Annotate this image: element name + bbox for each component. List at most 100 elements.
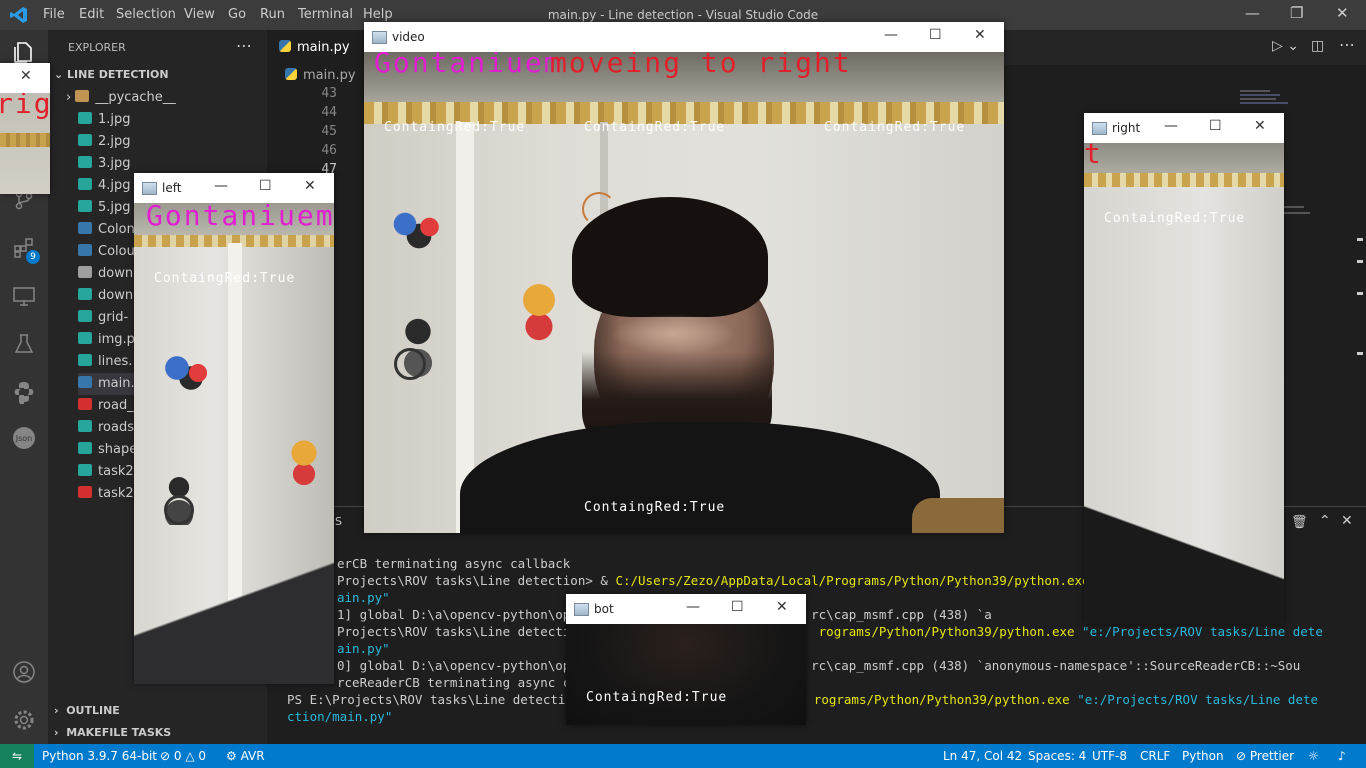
cursor-position[interactable]: Ln 47, Col 42 (943, 744, 1022, 768)
svg-text:Json: Json (15, 434, 33, 443)
terminal-arg: ain.py" (337, 590, 390, 605)
menu-help[interactable]: Help (363, 7, 393, 22)
outline-section[interactable]: › OUTLINE (54, 700, 120, 722)
video-cv-titlebar[interactable]: video — ☐ ✕ (364, 22, 1004, 52)
image-file-icon (78, 178, 92, 190)
partial-cv-titlebar[interactable]: ✕ (0, 63, 50, 93)
split-editor-icon[interactable]: ◫ (1311, 38, 1324, 54)
menu-go[interactable]: Go (228, 7, 246, 22)
project-folder[interactable]: ⌄ LINE DETECTION (54, 68, 169, 81)
terminal-line: ction/main.py" (287, 709, 392, 724)
testing-icon[interactable] (12, 332, 36, 356)
minimize-icon[interactable]: — (1245, 4, 1260, 22)
image-file-icon (78, 156, 92, 168)
minimize-icon[interactable]: — (686, 599, 700, 615)
bot-cv-window[interactable]: bot — ☐ ✕ ContaingRed:True (566, 594, 806, 725)
bot-cam-frame: ContaingRed:True (566, 624, 806, 725)
tab-main-py[interactable]: main.py (267, 30, 367, 65)
file-label: Colou (98, 244, 135, 259)
terminal-line: ain.py" (337, 641, 390, 656)
status-bar: ⇋ Python 3.9.7 64-bit ⊘ 0 △ 0 ⚙ AVR Ln 4… (0, 744, 1366, 768)
close-panel-icon[interactable]: ✕ (1341, 513, 1353, 529)
right-cv-window[interactable]: right — ☐ ✕ t ContaingRed:True (1084, 113, 1284, 624)
close-icon[interactable]: ✕ (1336, 4, 1349, 22)
remote-icon[interactable]: ⇋ (0, 744, 34, 768)
remote-explorer-icon[interactable] (12, 284, 36, 308)
terminal-text: erCB terminating async callback (337, 556, 571, 571)
left-cv-titlebar[interactable]: left — ☐ ✕ (134, 173, 334, 203)
menu-run[interactable]: Run (260, 7, 285, 22)
problems-indicator[interactable]: ⊘ 0 △ 0 (160, 744, 206, 768)
menu-terminal[interactable]: Terminal (298, 7, 353, 22)
file-label: 2.jpg (98, 134, 131, 149)
language-mode[interactable]: Python (1182, 744, 1224, 768)
prettier-icon: ⊘ (1236, 749, 1250, 763)
menu-edit[interactable]: Edit (79, 7, 104, 22)
maximize-icon[interactable]: ☐ (929, 27, 942, 43)
terminal-text: 0] global D:\a\opencv-python\oper (337, 658, 586, 673)
python-icon[interactable] (12, 380, 36, 405)
breadcrumb[interactable]: main.py (285, 65, 356, 87)
file-label: 4.jpg (98, 178, 131, 193)
minimize-icon[interactable]: — (884, 27, 898, 43)
trash-icon[interactable]: 🗑 (1291, 515, 1308, 530)
run-python-icon[interactable]: ▷ ⌄ (1272, 38, 1299, 54)
file-item[interactable]: 1.jpg (78, 109, 267, 131)
close-icon[interactable]: ✕ (20, 68, 32, 84)
partial-cv-window[interactable]: ✕ righ (0, 63, 50, 194)
outline-label: OUTLINE (66, 704, 120, 717)
image-file-icon (78, 288, 92, 300)
maximize-panel-icon[interactable]: ⌃ (1319, 513, 1331, 529)
maximize-icon[interactable]: ☐ (1209, 118, 1222, 134)
file-label: task2 (98, 464, 134, 479)
accounts-icon[interactable] (12, 660, 36, 684)
minimize-icon[interactable]: — (214, 178, 228, 194)
maximize-icon[interactable]: ☐ (731, 599, 744, 615)
menu-view[interactable]: View (184, 7, 215, 22)
makefile-tasks-section[interactable]: › MAKEFILE TASKS (54, 722, 171, 744)
maximize-icon[interactable]: ☐ (259, 178, 272, 194)
feedback-icon[interactable]: ☼ (1308, 744, 1319, 768)
more-icon[interactable]: ⋯ (1339, 35, 1355, 54)
json-icon[interactable]: Json (12, 426, 36, 450)
line-ending[interactable]: CRLF (1140, 744, 1170, 768)
editor-scrollbar[interactable] (1354, 88, 1366, 506)
close-icon[interactable]: ✕ (776, 599, 788, 615)
close-icon[interactable]: ✕ (304, 178, 316, 194)
video-label-left: ContaingRed:True (384, 120, 526, 135)
menu-file[interactable]: File (43, 7, 65, 22)
explorer-icon[interactable] (12, 40, 36, 64)
window-icon (574, 603, 589, 616)
right-cv-titlebar[interactable]: right — ☐ ✕ (1084, 113, 1284, 143)
image-file-icon (78, 464, 92, 476)
encoding[interactable]: UTF-8 (1092, 744, 1127, 768)
notifications-icon[interactable]: ♪ (1338, 744, 1346, 768)
left-cv-window[interactable]: left — ☐ ✕ Gontaniuem ContaingRed:True (134, 173, 334, 684)
terminal-arg: "e:/Projects/ROV tasks/Line dete (1074, 624, 1323, 639)
avr-label: AVR (240, 749, 265, 763)
image-file-icon (78, 310, 92, 322)
terminal-arg: ain.py" (337, 641, 390, 656)
close-icon[interactable]: ✕ (974, 27, 986, 43)
settings-gear-icon[interactable] (12, 708, 36, 732)
makefile-label: MAKEFILE TASKS (66, 726, 172, 739)
terminal-text: Projects\ROV tasks\Line detection> & (337, 573, 616, 588)
prettier-status[interactable]: ⊘ Prettier (1236, 744, 1294, 768)
menu-selection[interactable]: Selection (116, 7, 176, 22)
extensions-icon[interactable]: 9 (12, 236, 40, 264)
restore-icon[interactable]: ❐ (1290, 4, 1303, 22)
terminal-arg: ction/main.py" (287, 709, 393, 724)
file-item[interactable]: › __pycache__ (66, 87, 255, 109)
minimize-icon[interactable]: — (1164, 118, 1178, 134)
avr-status[interactable]: ⚙ AVR (226, 744, 265, 768)
video-cv-window[interactable]: video — ☐ ✕ Gontaniuem moveing to right … (364, 22, 1004, 533)
file-item[interactable]: 3.jpg (78, 153, 267, 175)
python-interpreter[interactable]: Python 3.9.7 64-bit (42, 744, 157, 768)
bot-cv-titlebar[interactable]: bot — ☐ ✕ (566, 594, 806, 624)
close-icon[interactable]: ✕ (1254, 118, 1266, 134)
indentation[interactable]: Spaces: 4 (1028, 744, 1086, 768)
file-item[interactable]: 2.jpg (78, 131, 267, 153)
chevron-right-icon: › (66, 90, 76, 105)
error-icon: ⊘ (160, 749, 174, 763)
more-actions-icon[interactable]: ⋯ (236, 36, 252, 55)
